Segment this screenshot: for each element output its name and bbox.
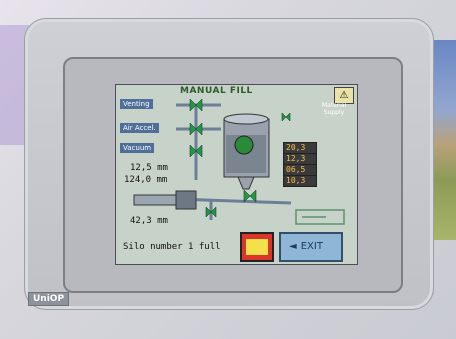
tank-icon (223, 113, 270, 190)
process-diagram (133, 98, 345, 225)
machine-barrel (133, 190, 197, 210)
exit-label: EXIT (300, 241, 323, 252)
brand-logo: UniOP (28, 292, 70, 306)
hmi-screen: MANUAL FILL ⚠ Venting Air Accel. Vacuum … (115, 84, 358, 265)
hopper-reading-4: 10,3 (283, 175, 317, 187)
hopper-level-graphic (295, 209, 345, 225)
exit-button[interactable]: ◄ EXIT (279, 232, 343, 262)
hopper-icon (246, 239, 268, 255)
status-message: Silo number 1 full (123, 242, 221, 252)
speaker-icon: ◄ (289, 241, 297, 252)
hopper-action-button[interactable] (240, 232, 274, 262)
